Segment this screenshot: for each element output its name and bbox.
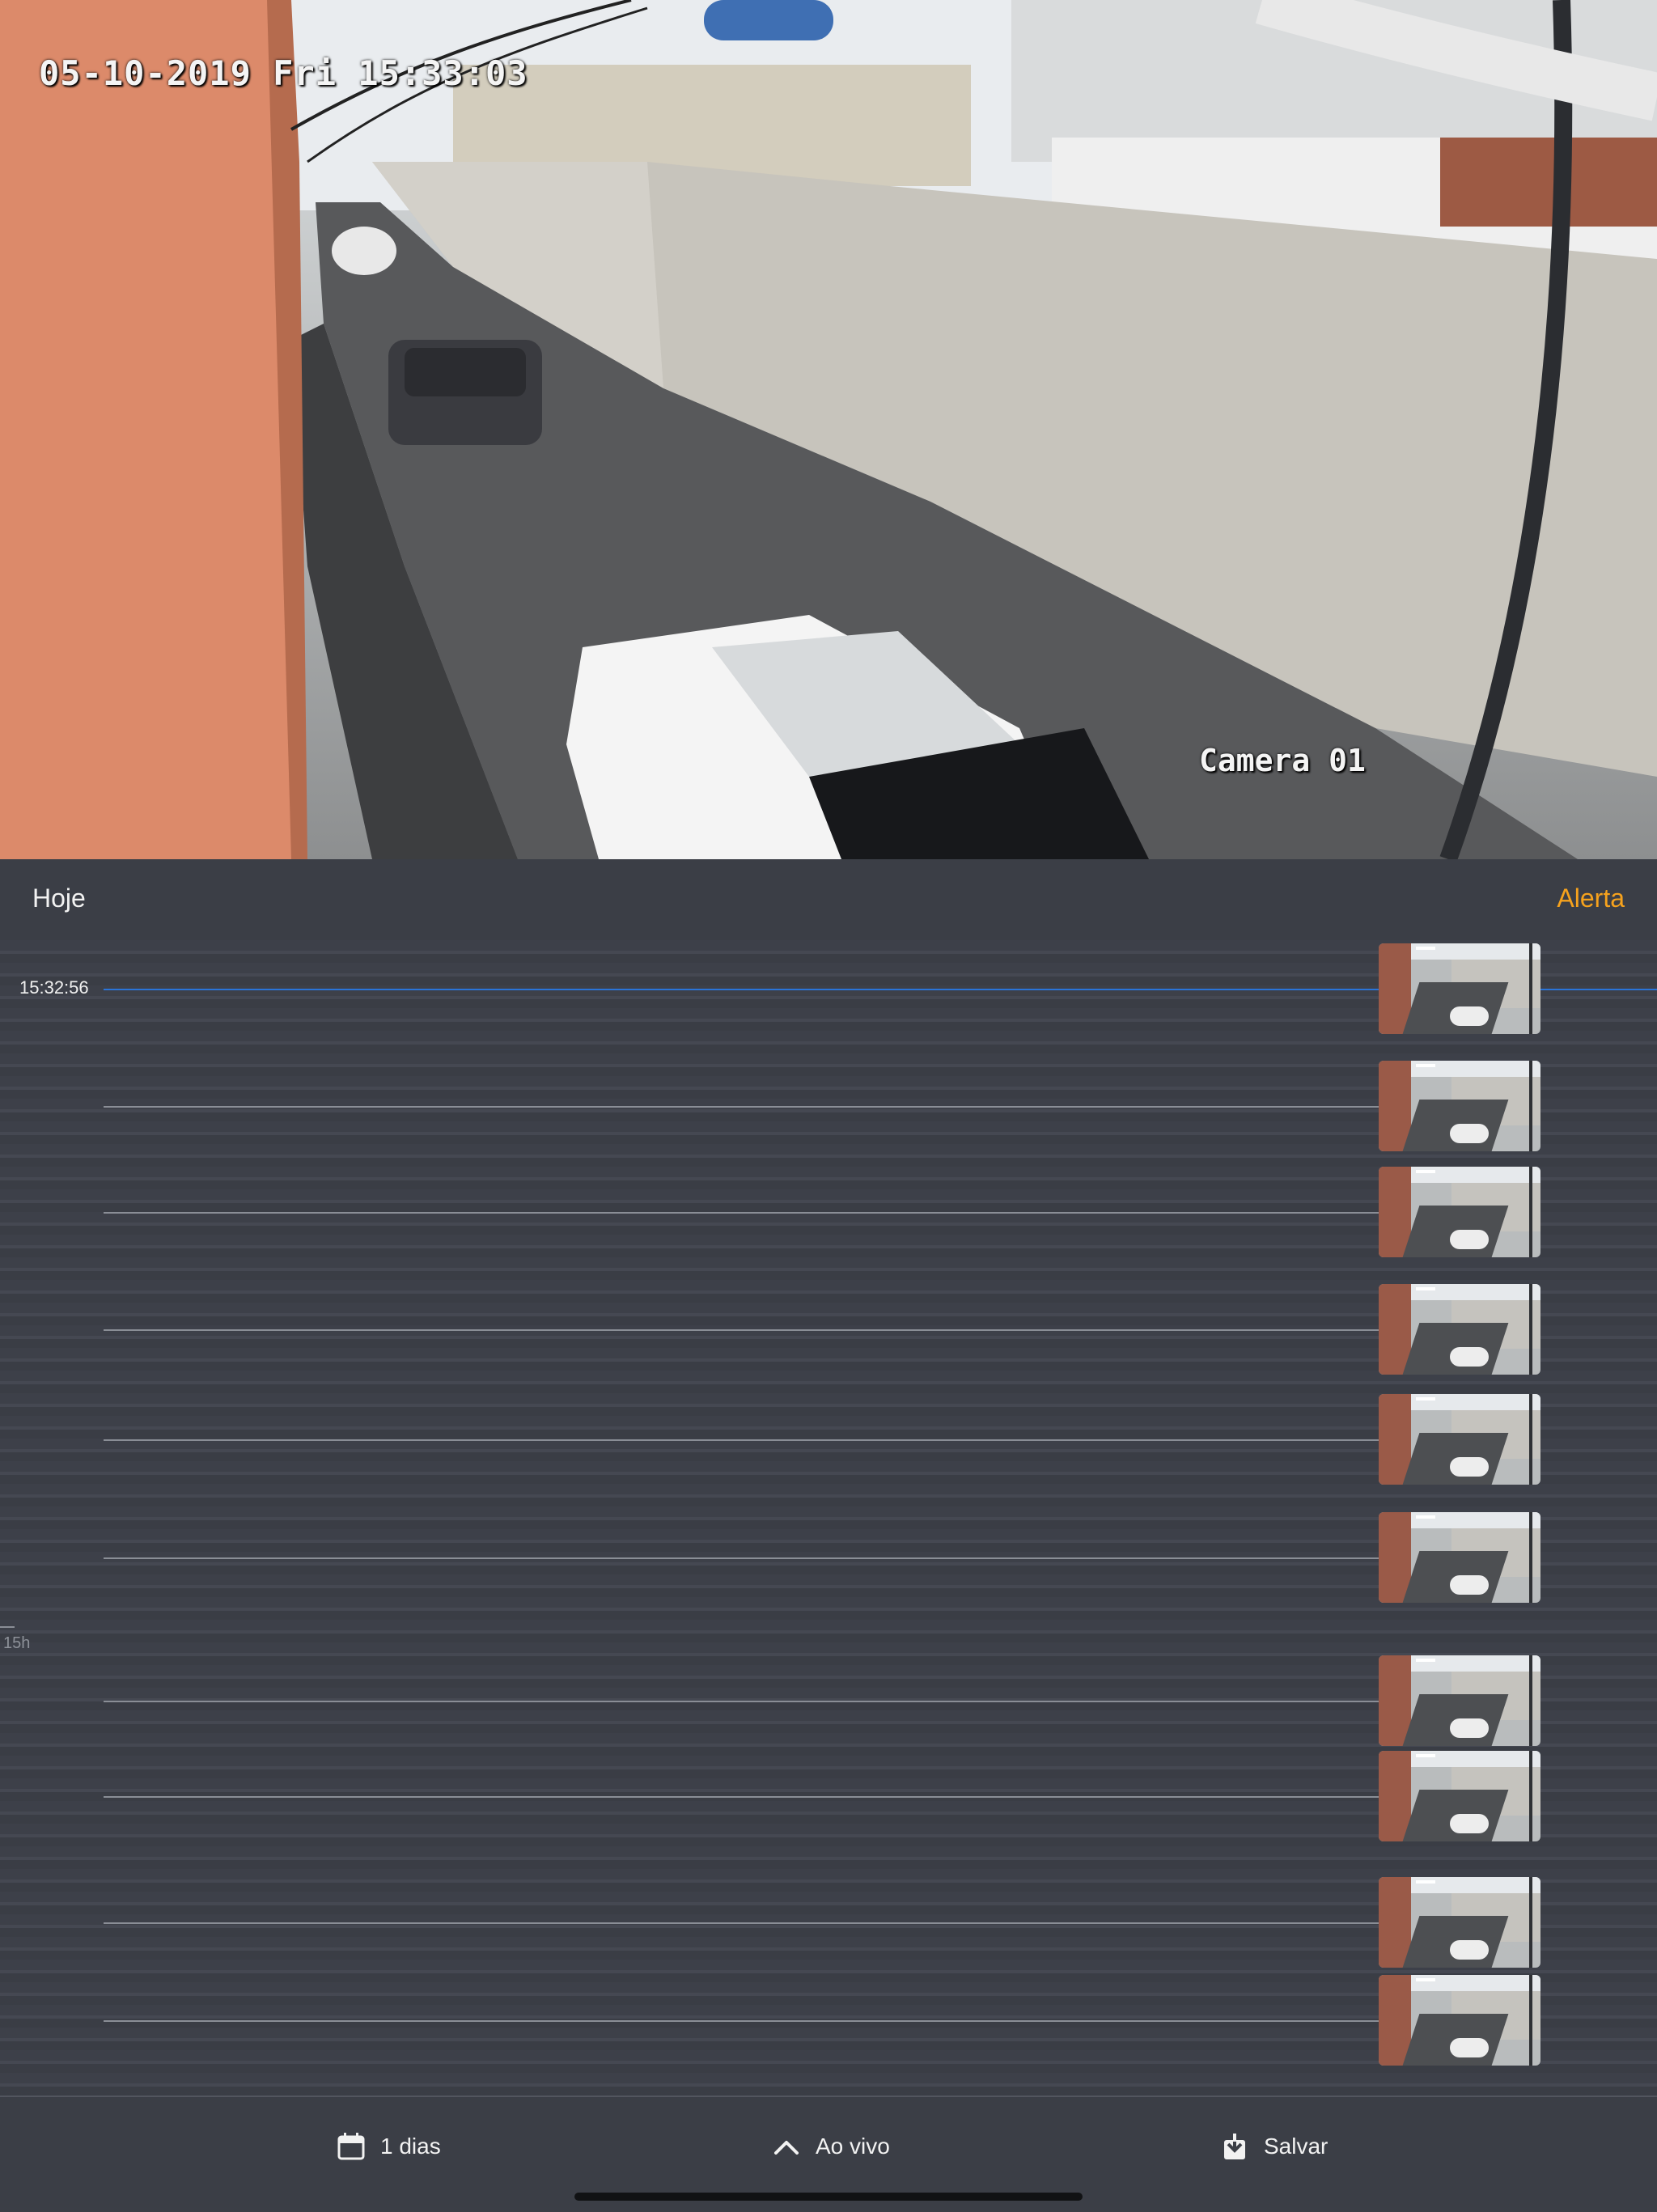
camera-name-overlay: Camera 01: [1199, 743, 1366, 778]
event-divider: [104, 1796, 1379, 1798]
event-thumbnail[interactable]: [1379, 1512, 1540, 1603]
event-divider: [104, 1106, 1379, 1108]
event-thumbnail[interactable]: [1379, 1167, 1540, 1257]
playhead-time-label: 15:32:56: [19, 977, 89, 998]
event-timeline[interactable]: 15:32:56 15h: [0, 940, 1657, 2095]
timeline-header: Hoje Alerta: [0, 859, 1657, 940]
event-divider: [104, 1922, 1379, 1924]
event-thumbnail[interactable]: [1379, 1061, 1540, 1151]
days-range-button[interactable]: 1 dias: [335, 2126, 441, 2167]
video-timestamp-overlay: 05-10-2019 Fri 15:33:03: [39, 53, 528, 93]
event-thumbnail[interactable]: [1379, 1877, 1540, 1968]
home-indicator[interactable]: [574, 2193, 1083, 2201]
days-range-label: 1 dias: [380, 2134, 441, 2159]
event-divider: [104, 1557, 1379, 1559]
event-divider: [104, 1439, 1379, 1441]
event-divider: [104, 1701, 1379, 1702]
hour-tick: [0, 1626, 15, 1628]
alert-filter-button[interactable]: Alerta: [1557, 884, 1625, 913]
event-thumbnail[interactable]: [1379, 1751, 1540, 1841]
date-selector-today[interactable]: Hoje: [32, 884, 86, 913]
event-thumbnail[interactable]: [1379, 1975, 1540, 2066]
event-divider: [104, 1329, 1379, 1331]
event-divider: [104, 2020, 1379, 2022]
save-label: Salvar: [1264, 2134, 1329, 2159]
event-thumbnail[interactable]: [1379, 943, 1540, 1034]
calendar-icon: [335, 2130, 367, 2163]
event-thumbnail[interactable]: [1379, 1284, 1540, 1375]
hour-label: 15h: [3, 1634, 31, 1652]
event-thumbnail[interactable]: [1379, 1394, 1540, 1485]
live-view-label: Ao vivo: [816, 2134, 890, 2159]
live-view-button[interactable]: Ao vivo: [770, 2126, 890, 2167]
camera-scene-image: [0, 0, 1657, 859]
camera-video-feed[interactable]: 05-10-2019 Fri 15:33:03 Camera 01: [0, 0, 1657, 859]
chevron-up-icon: [770, 2130, 803, 2163]
event-divider: [104, 1212, 1379, 1214]
event-thumbnail[interactable]: [1379, 1655, 1540, 1746]
download-icon: [1218, 2130, 1251, 2163]
bottom-toolbar: 1 dias Ao vivo Salvar: [0, 2095, 1657, 2212]
save-button[interactable]: Salvar: [1218, 2126, 1328, 2167]
